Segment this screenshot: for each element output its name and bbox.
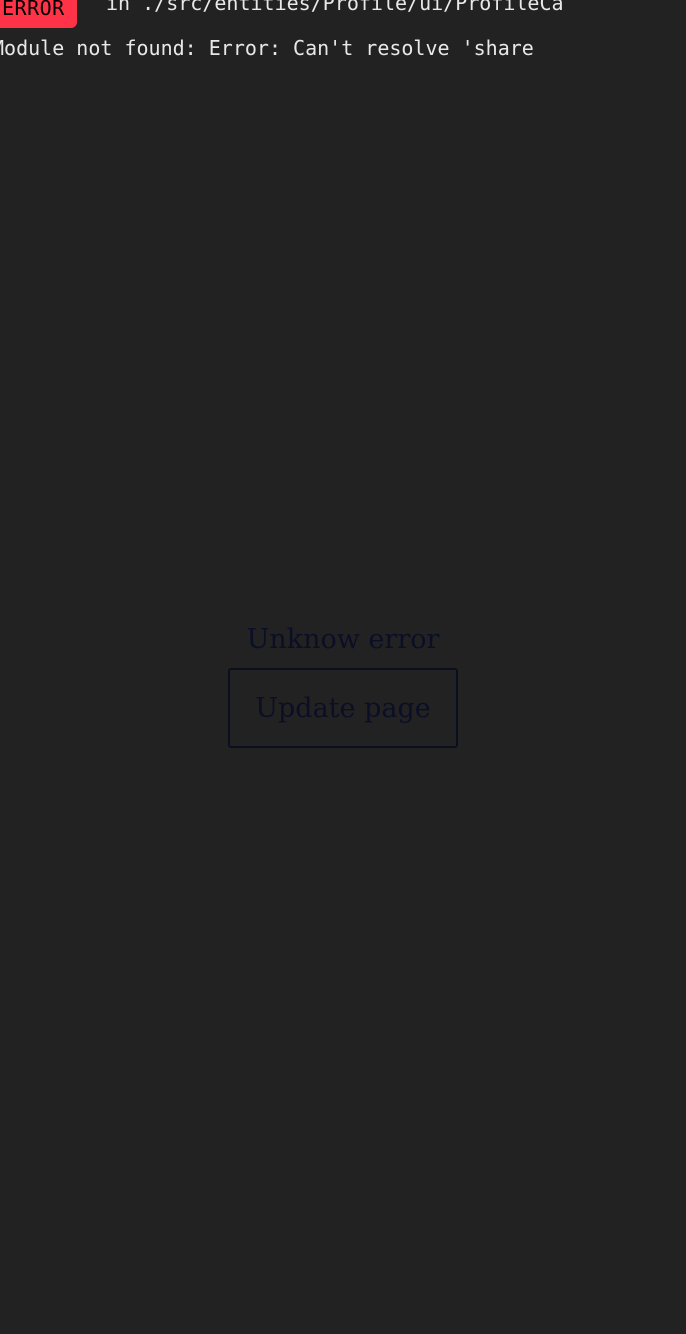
error-file-location: in ./src/entities/Profile/ui/ProfileCa <box>106 0 564 15</box>
update-page-button[interactable]: Update page <box>228 668 458 748</box>
error-fallback: Unknow error Update page <box>0 620 686 748</box>
error-message: Module not found: Error: Can't resolve '… <box>0 36 534 60</box>
app-page: ERROR in ./src/entities/Profile/ui/Profi… <box>0 0 686 1334</box>
build-error-overlay: ERROR in ./src/entities/Profile/ui/Profi… <box>0 0 686 70</box>
error-badge: ERROR <box>0 0 77 28</box>
error-badge-label: ERROR <box>2 0 65 20</box>
error-fallback-title: Unknow error <box>246 624 440 655</box>
